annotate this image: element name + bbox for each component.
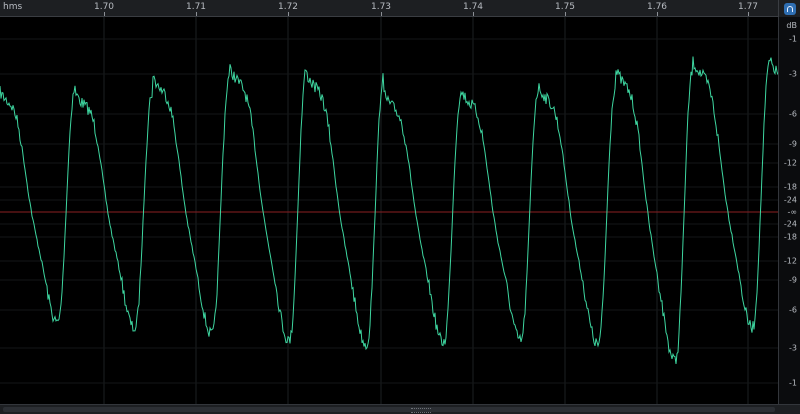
db-unit-label: dB [786, 21, 797, 30]
scrollbar-grip[interactable] [411, 408, 431, 413]
magnet-icon[interactable] [784, 3, 796, 15]
time-tick-label: 1.77 [737, 2, 759, 12]
time-tick-mark [381, 12, 382, 16]
time-tick-mark [104, 12, 105, 16]
db-tick-label: -∞ [787, 207, 797, 217]
db-tick-label: -3 [789, 343, 797, 353]
db-tick-label: -12 [783, 158, 797, 168]
grid-lines [0, 17, 778, 404]
time-tick-label: 1.71 [185, 2, 207, 12]
time-tick-label: 1.73 [370, 2, 392, 12]
db-tick-label: -1 [789, 378, 797, 388]
db-tick-label: -1 [789, 34, 797, 44]
db-tick-label: -6 [789, 305, 797, 315]
db-scale: dB -1 -3 -6 -9 -12 -18 -24 -∞ -24 -18 -12 -9 -6 -3 -1 [778, 17, 800, 404]
time-tick-mark [657, 12, 658, 16]
db-tick-label: -9 [789, 139, 797, 149]
time-tick-label: 1.72 [277, 2, 299, 12]
time-tick-mark [748, 12, 749, 16]
time-tick-label: 1.70 [93, 2, 115, 12]
time-ruler[interactable]: hms 1.70 1.71 1.72 1.73 1.74 1.75 1.76 1.77 [0, 0, 778, 17]
time-tick-label: 1.75 [554, 2, 576, 12]
waveform-trace [0, 56, 779, 364]
db-tick-label: -18 [783, 232, 797, 242]
db-tick-label: -6 [789, 109, 797, 119]
db-tick-label: -3 [789, 69, 797, 79]
db-tick-label: -18 [783, 182, 797, 192]
time-tick-label: 1.76 [646, 2, 668, 12]
ruler-corner [778, 0, 800, 17]
time-tick-mark [473, 12, 474, 16]
time-tick-mark [196, 12, 197, 16]
time-tick-label: 1.74 [462, 2, 484, 12]
waveform-view[interactable] [0, 17, 779, 404]
db-tick-label: -24 [783, 219, 797, 229]
time-tick-mark [565, 12, 566, 16]
db-tick-label: -9 [789, 275, 797, 285]
db-tick-label: -24 [783, 195, 797, 205]
time-unit-label: hms [3, 2, 23, 12]
waveform-canvas[interactable] [0, 17, 779, 404]
db-tick-label: -12 [783, 256, 797, 266]
scrollbar-thumb[interactable] [3, 407, 775, 413]
time-tick-mark [288, 12, 289, 16]
